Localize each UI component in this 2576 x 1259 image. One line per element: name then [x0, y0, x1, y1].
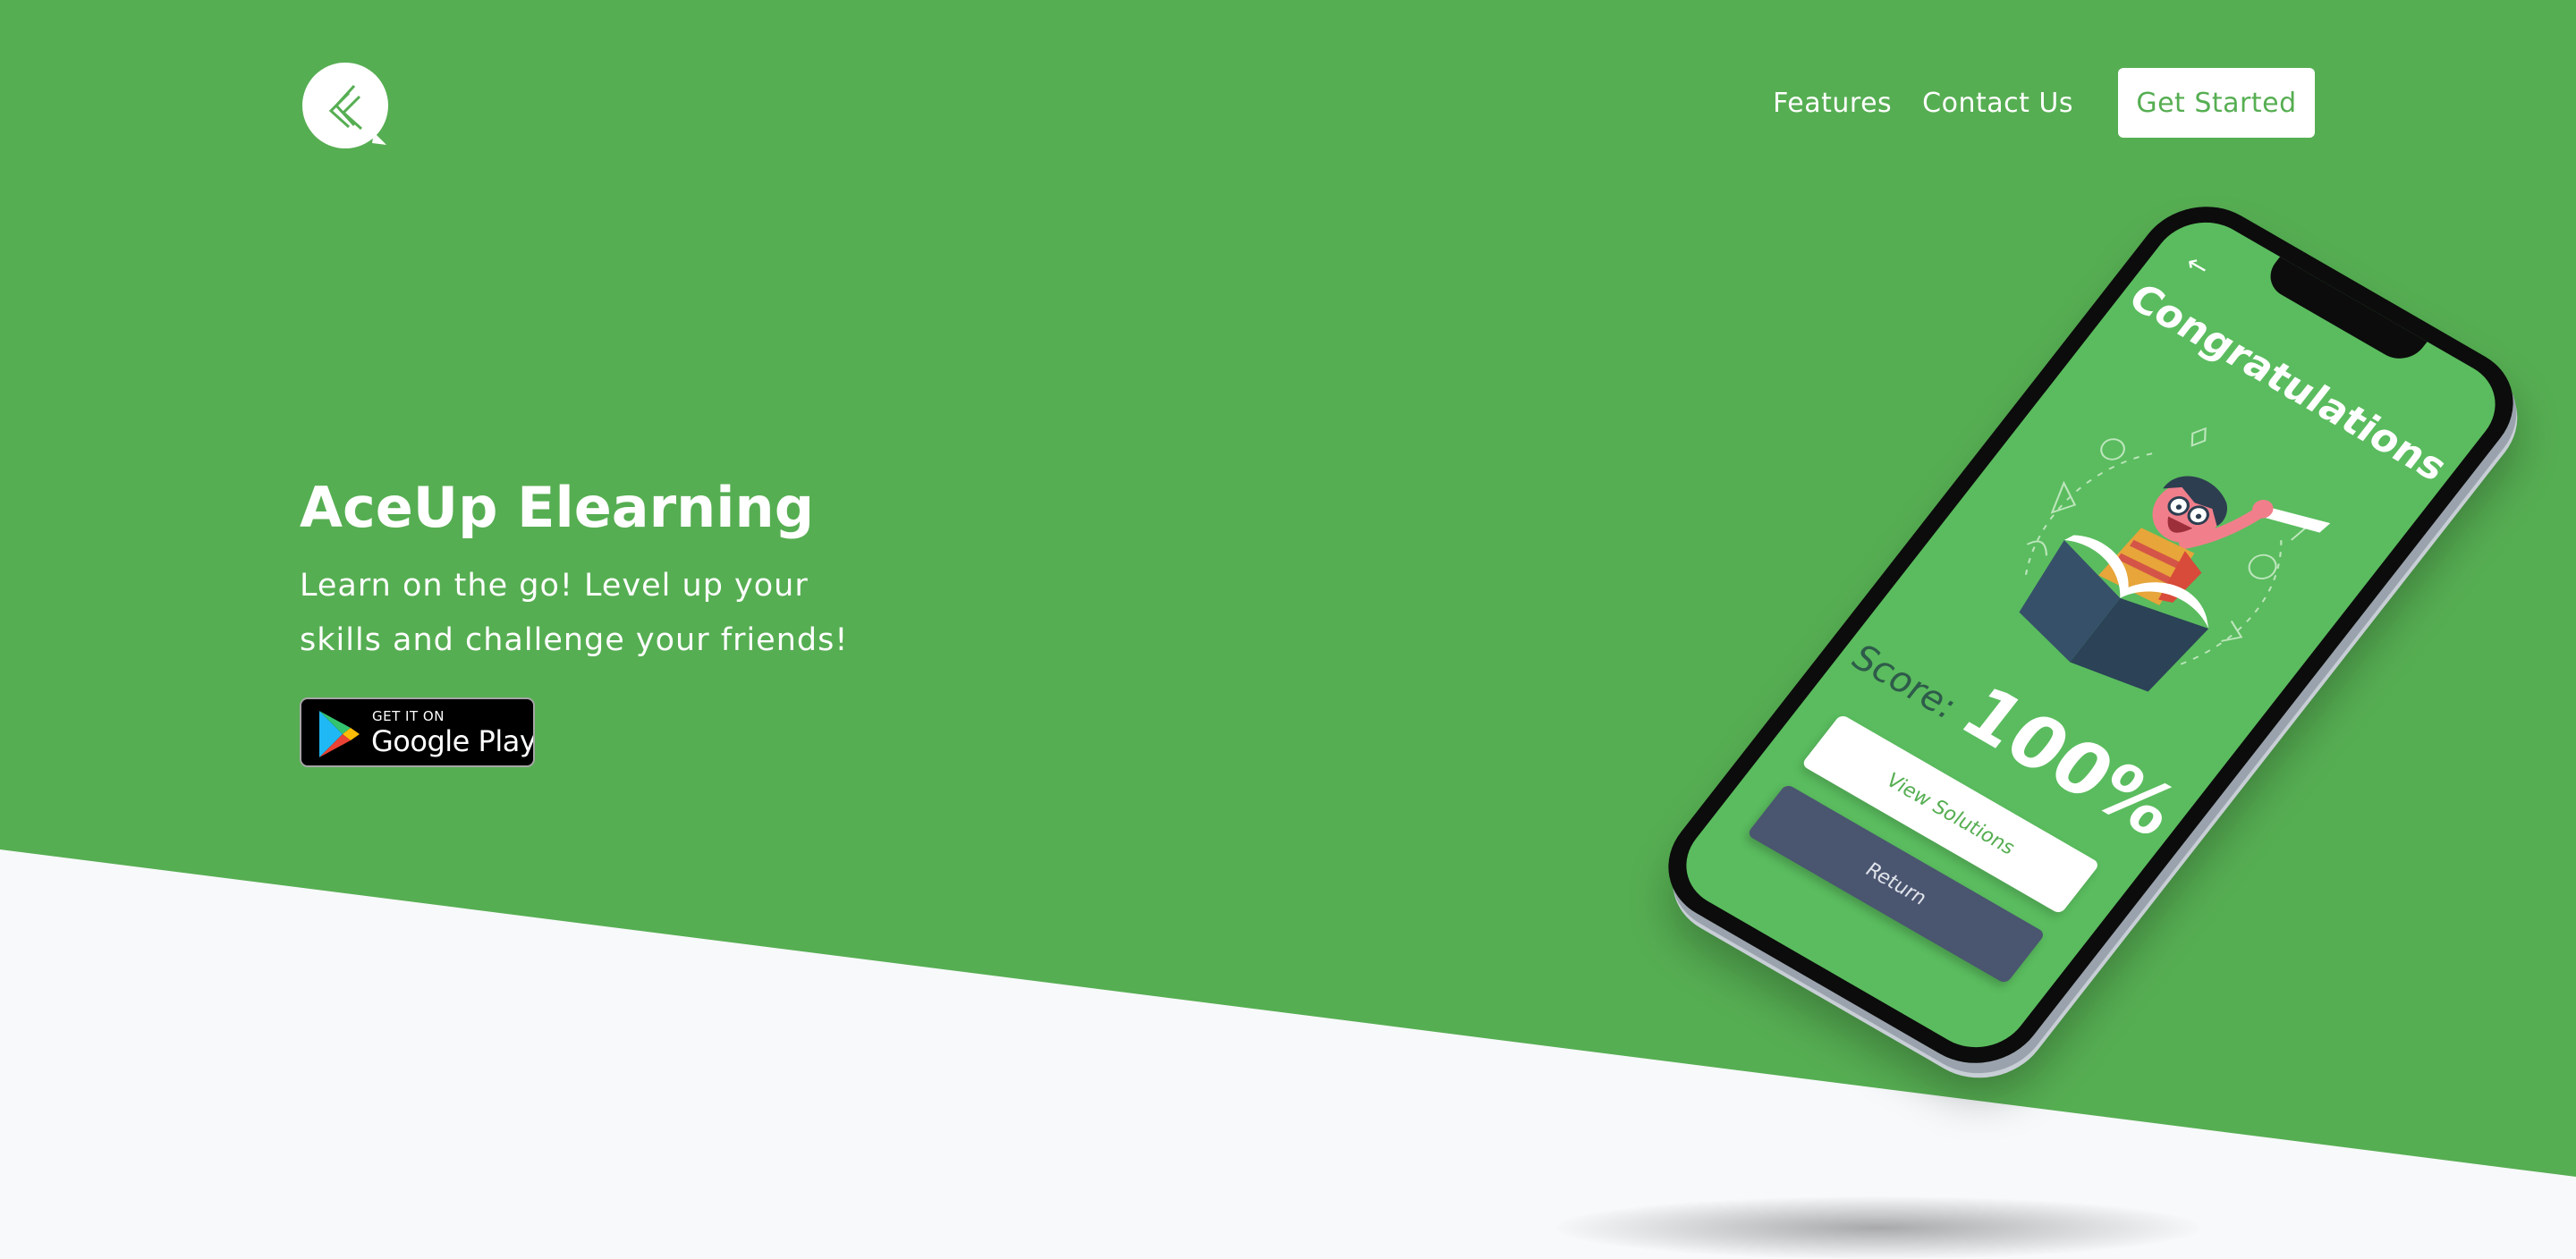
score-label: Score: — [1843, 638, 1966, 727]
badge-google-play-text: Google Play — [371, 724, 535, 758]
hero-title: AceUp Elearning — [300, 475, 815, 540]
phone-screen: ← Congratulations Score: 100% View Solut… — [1665, 205, 2516, 1065]
phone-mockup: ← Congratulations Score: 100% View Solut… — [1592, 134, 2576, 1245]
logo-pointer-icon — [372, 132, 386, 145]
nav-link-contact-us[interactable]: Contact Us — [1922, 88, 2073, 119]
top-navigation: Features Contact Us Get Started — [1773, 67, 2315, 139]
nav-link-features[interactable]: Features — [1773, 88, 1892, 119]
phone-notch — [2259, 255, 2428, 368]
badge-get-it-on-text: GET IT ON — [372, 708, 445, 724]
hero-subtitle: Learn on the go! Level up your skills an… — [300, 568, 849, 658]
phone-body: ← Congratulations Score: 100% View Solut… — [1641, 184, 2540, 1086]
back-arrow-icon[interactable]: ← — [2180, 249, 2216, 283]
google-play-badge[interactable]: GET IT ON Google Play — [300, 697, 535, 767]
google-play-icon — [319, 711, 360, 757]
get-started-button[interactable]: Get Started — [2118, 68, 2315, 138]
